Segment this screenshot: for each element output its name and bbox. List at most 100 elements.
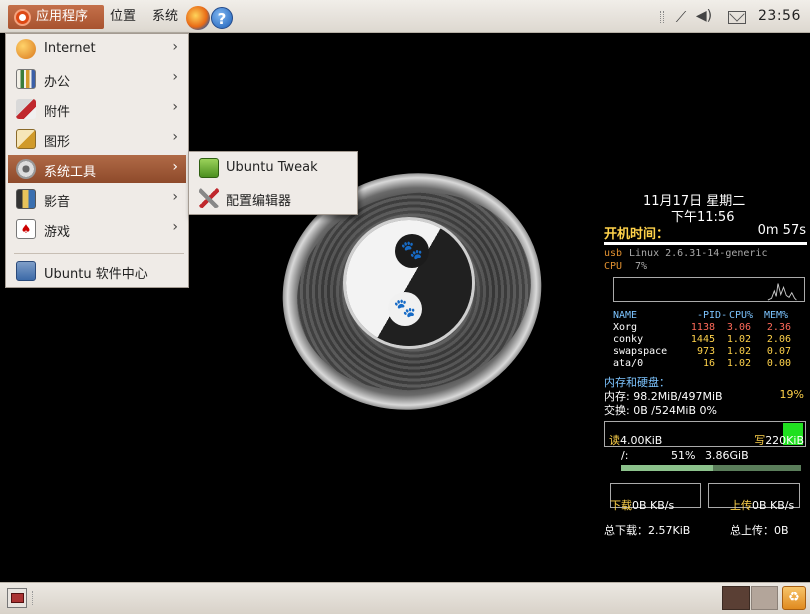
menu-item-label: 游戏	[44, 225, 71, 240]
conky-usb: usb	[604, 248, 623, 259]
conky-fs-pct: 51%	[671, 449, 696, 462]
system-tools-submenu: Ubuntu Tweak 配置编辑器	[188, 151, 358, 215]
proc-cpu: 1.02	[726, 334, 751, 345]
office-chart-icon	[16, 69, 36, 89]
panel-drag-handle[interactable]	[32, 591, 35, 605]
show-desktop-icon[interactable]	[7, 588, 27, 608]
write-label: 写	[754, 434, 766, 447]
menu-item-internet[interactable]: Internet ›	[8, 35, 186, 63]
trash-icon[interactable]: ♻	[782, 586, 806, 610]
conky-proc-row: Xorg 1138 3.06 2.36	[613, 322, 799, 334]
menu-item-multimedia[interactable]: 影音 ›	[8, 185, 186, 213]
conky-proc-row: ata/0 16 1.02 0.00	[613, 358, 799, 370]
conky-fs-mount: /:	[621, 449, 629, 462]
proc-header-pid: -PID-	[697, 310, 728, 321]
help-launcher-icon[interactable]: ?	[211, 7, 233, 29]
conky-swap: 交换: 0B /524MiB 0%	[604, 404, 717, 417]
applications-dropdown: Internet › 办公 › 附件 › 图形 › 系统工具 › 影音 › ♠ …	[5, 33, 189, 288]
menu-item-label: 影音	[44, 195, 71, 210]
proc-mem: 2.36	[766, 322, 791, 333]
network-icon[interactable]: ⟋	[672, 8, 690, 26]
bottom-panel: ♻	[0, 582, 810, 614]
firefox-launcher-icon[interactable]	[186, 6, 210, 30]
ubuntu-tweak-icon	[199, 158, 219, 178]
ubuntu-logo-icon	[14, 9, 31, 26]
tools-icon	[199, 188, 219, 208]
conky-fs-free: 3.86GiB	[705, 449, 749, 462]
conky-total-upload: 总上传：0B	[730, 524, 789, 537]
read-label: 读	[609, 434, 620, 447]
conky-fs-bar-fill	[621, 465, 713, 471]
mail-icon[interactable]	[728, 11, 746, 24]
menu-item-graphics[interactable]: 图形 ›	[8, 125, 186, 153]
menu-item-games[interactable]: ♠ 游戏 ›	[8, 215, 186, 243]
proc-pid: 1445	[690, 334, 715, 345]
conky-disk-write: 写220KiB	[754, 432, 804, 448]
submenu-item-config-editor[interactable]: 配置编辑器	[191, 184, 355, 212]
conky-proc-row: swapspace 973 1.02 0.07	[613, 346, 799, 358]
chevron-right-icon: ›	[172, 219, 178, 235]
submenu-item-label: Ubuntu Tweak	[226, 160, 318, 175]
system-menu-button[interactable]: 系统	[146, 5, 184, 29]
proc-cpu: 1.02	[726, 346, 751, 357]
menu-separator	[14, 253, 184, 254]
chevron-right-icon: ›	[172, 99, 178, 115]
proc-header-cpu: CPU%	[729, 310, 754, 321]
menu-item-accessories[interactable]: 附件 ›	[8, 95, 186, 123]
proc-cpu: 3.06	[726, 322, 751, 333]
menu-item-label: 附件	[44, 105, 71, 120]
chevron-right-icon: ›	[172, 159, 178, 175]
menu-item-label: Internet	[44, 41, 96, 56]
proc-cpu: 1.02	[726, 358, 751, 369]
conky-proc-header: NAME -PID- CPU% MEM%	[613, 310, 799, 322]
proc-name: ata/0	[613, 358, 644, 369]
software-center-icon	[16, 261, 36, 281]
chevron-right-icon: ›	[172, 129, 178, 145]
submenu-item-ubuntu-tweak[interactable]: Ubuntu Tweak	[191, 154, 355, 182]
menu-item-software-center[interactable]: Ubuntu 软件中心	[8, 257, 186, 285]
conky-time: 下午11:56	[671, 210, 735, 225]
conky-mem-pct: 19%	[779, 388, 804, 401]
conky-total-download: 总下载：2.57KiB	[604, 524, 691, 537]
chevron-right-icon: ›	[172, 39, 178, 55]
graphics-icon	[16, 129, 36, 149]
accessories-icon	[16, 99, 36, 119]
volume-icon[interactable]: ◀)	[695, 8, 713, 26]
menu-item-office[interactable]: 办公 ›	[8, 65, 186, 93]
applications-menu-label: 应用程序	[36, 9, 89, 24]
conky-upload: 上传0B KB/s	[730, 497, 794, 513]
conky-uptime-label: 开机时间：	[604, 227, 670, 242]
conky-disk-read: 读4.00KiB	[609, 432, 662, 448]
submenu-item-label: 配置编辑器	[226, 194, 292, 209]
gnome-foot-icon: 🐾	[395, 234, 429, 268]
conky-kernel: Linux 2.6.31-14-generic	[629, 248, 768, 259]
globe-icon	[16, 39, 36, 59]
workspace-switcher-1[interactable]	[722, 586, 750, 610]
menu-item-label: 图形	[44, 135, 71, 150]
places-menu-button[interactable]: 位置	[104, 5, 142, 29]
menu-item-system-tools[interactable]: 系统工具 ›	[8, 155, 186, 183]
upload-value: 0B KB/s	[752, 499, 795, 512]
gear-icon	[16, 159, 36, 179]
applications-menu-button[interactable]: 应用程序	[8, 5, 104, 29]
conky-divider	[604, 242, 807, 245]
proc-mem: 2.06	[766, 334, 791, 345]
conky-fs-bar	[621, 465, 801, 471]
workspace-switcher-2[interactable]	[751, 586, 778, 610]
proc-name: conky	[613, 334, 644, 345]
proc-header-name: NAME	[613, 310, 638, 321]
proc-mem: 0.07	[766, 346, 791, 357]
proc-name: swapspace	[613, 346, 668, 357]
conky-download: 下载0B KB/s	[610, 497, 674, 513]
multimedia-icon	[16, 189, 36, 209]
conky-proc-row: conky 1445 1.02 2.06	[613, 334, 799, 346]
clock[interactable]: 23:56	[758, 8, 801, 24]
proc-pid: 973	[696, 346, 715, 357]
download-label: 下载	[610, 499, 632, 512]
tray-drag-handle[interactable]	[660, 11, 664, 23]
conky-uptime: 0m 57s	[757, 223, 806, 238]
conky-cpu-label: CPU	[604, 261, 623, 272]
proc-mem: 0.00	[766, 358, 791, 369]
proc-pid: 1138	[690, 322, 715, 333]
chevron-right-icon: ›	[172, 189, 178, 205]
